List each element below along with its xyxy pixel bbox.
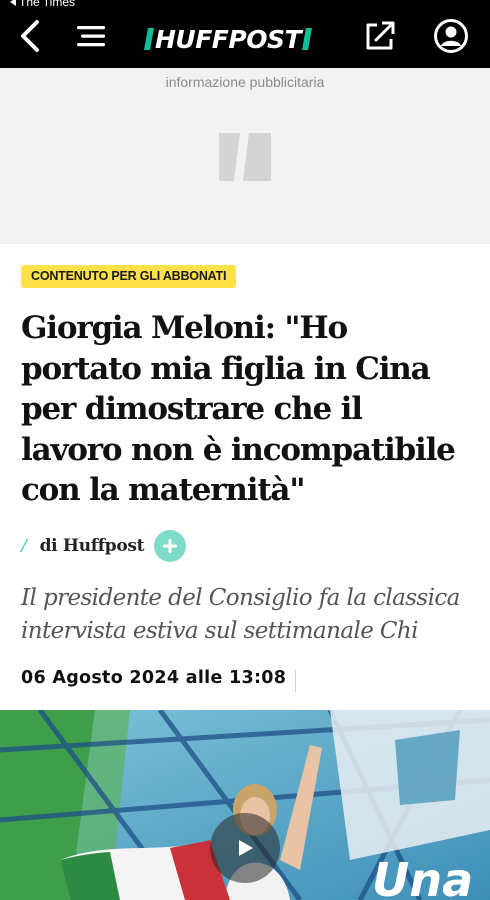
back-arrow-icon bbox=[21, 20, 39, 52]
hamburger-menu-icon bbox=[77, 26, 105, 47]
subscriber-badge: CONTENUTO PER GLI ABBONATI bbox=[21, 265, 237, 288]
ad-label: informazione pubblicitaria bbox=[165, 74, 325, 90]
article-headline: Giorgia Meloni: "Ho portato mia figlia i… bbox=[21, 310, 456, 508]
status-back-label: The Times bbox=[19, 0, 76, 9]
author-slash: / bbox=[21, 534, 27, 557]
share-button[interactable] bbox=[362, 18, 398, 54]
date-divider bbox=[295, 670, 296, 692]
ad-slot[interactable]: informazione pubblicitaria bbox=[0, 68, 490, 244]
huffpost-logo[interactable]: HUFFPOST bbox=[144, 24, 312, 54]
back-button[interactable] bbox=[12, 18, 48, 54]
play-icon bbox=[239, 840, 253, 856]
back-triangle-icon bbox=[10, 0, 16, 6]
article-subtitle: Il presidente del Consiglio fa la classi… bbox=[21, 585, 460, 644]
follow-author-button[interactable] bbox=[154, 530, 187, 562]
video-player[interactable]: Una bbox=[0, 710, 490, 900]
app-header: The Times HUFFPOST bbox=[0, 0, 490, 68]
status-back-link[interactable]: The Times bbox=[10, 0, 75, 9]
logo-text: HUFFPOST bbox=[155, 24, 302, 54]
play-button[interactable] bbox=[210, 813, 280, 883]
account-icon bbox=[434, 19, 468, 53]
menu-button[interactable] bbox=[73, 18, 109, 54]
article-date: 06 Agosto 2024 alle 13:08 bbox=[21, 668, 287, 688]
ad-placeholder-logo-icon bbox=[219, 133, 271, 181]
author-name[interactable]: di Huffpost bbox=[40, 536, 145, 556]
video-backdrop-text: Una bbox=[372, 853, 473, 900]
share-icon bbox=[366, 21, 395, 50]
author-row: / di Huffpost bbox=[21, 530, 187, 562]
plus-icon bbox=[163, 539, 178, 553]
account-button[interactable] bbox=[433, 18, 469, 54]
